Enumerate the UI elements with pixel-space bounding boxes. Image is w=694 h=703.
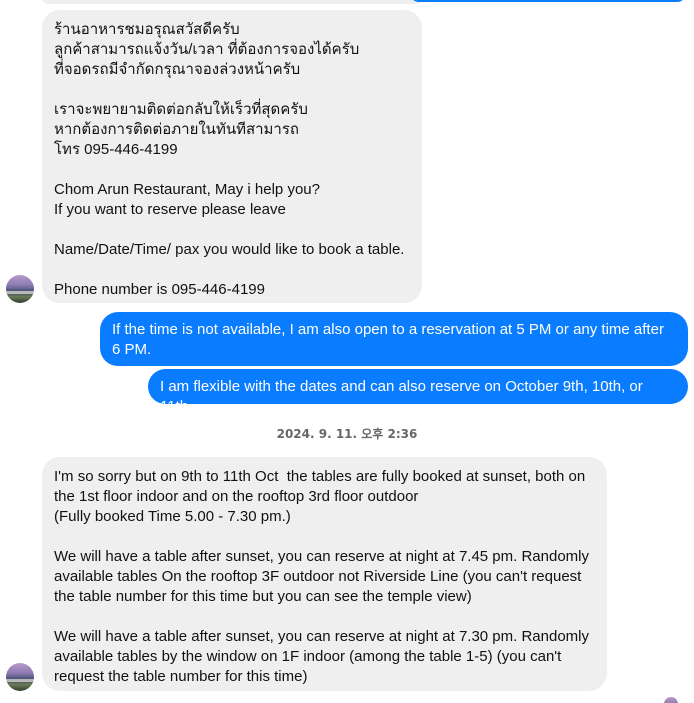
avatar-image-detail <box>6 679 34 682</box>
outgoing-message-date-flexibility[interactable]: I am flexible with the dates and can als… <box>148 369 688 415</box>
previous-incoming-message-edge <box>42 0 422 4</box>
restaurant-avatar-reply[interactable] <box>6 663 34 691</box>
incoming-message-greeting[interactable]: ร้านอาหารชมอรุณสวัสดีครับ ลูกค้าสามารถแจ… <box>42 10 422 303</box>
restaurant-avatar[interactable] <box>6 275 34 303</box>
previous-outgoing-message-edge <box>410 0 686 2</box>
read-receipt-avatar <box>664 697 678 703</box>
outgoing-message-time-flexibility[interactable]: If the time is not available, I am also … <box>100 312 688 366</box>
message-timestamp: 2024. 9. 11. 오후 2:36 <box>276 427 418 441</box>
incoming-message-reply[interactable]: I'm so sorry but on 9th to 11th Oct the … <box>42 457 607 691</box>
message-thread: ร้านอาหารชมอรุณสวัสดีครับ ลูกค้าสามารถแจ… <box>0 0 694 703</box>
avatar-image-detail <box>6 291 34 294</box>
